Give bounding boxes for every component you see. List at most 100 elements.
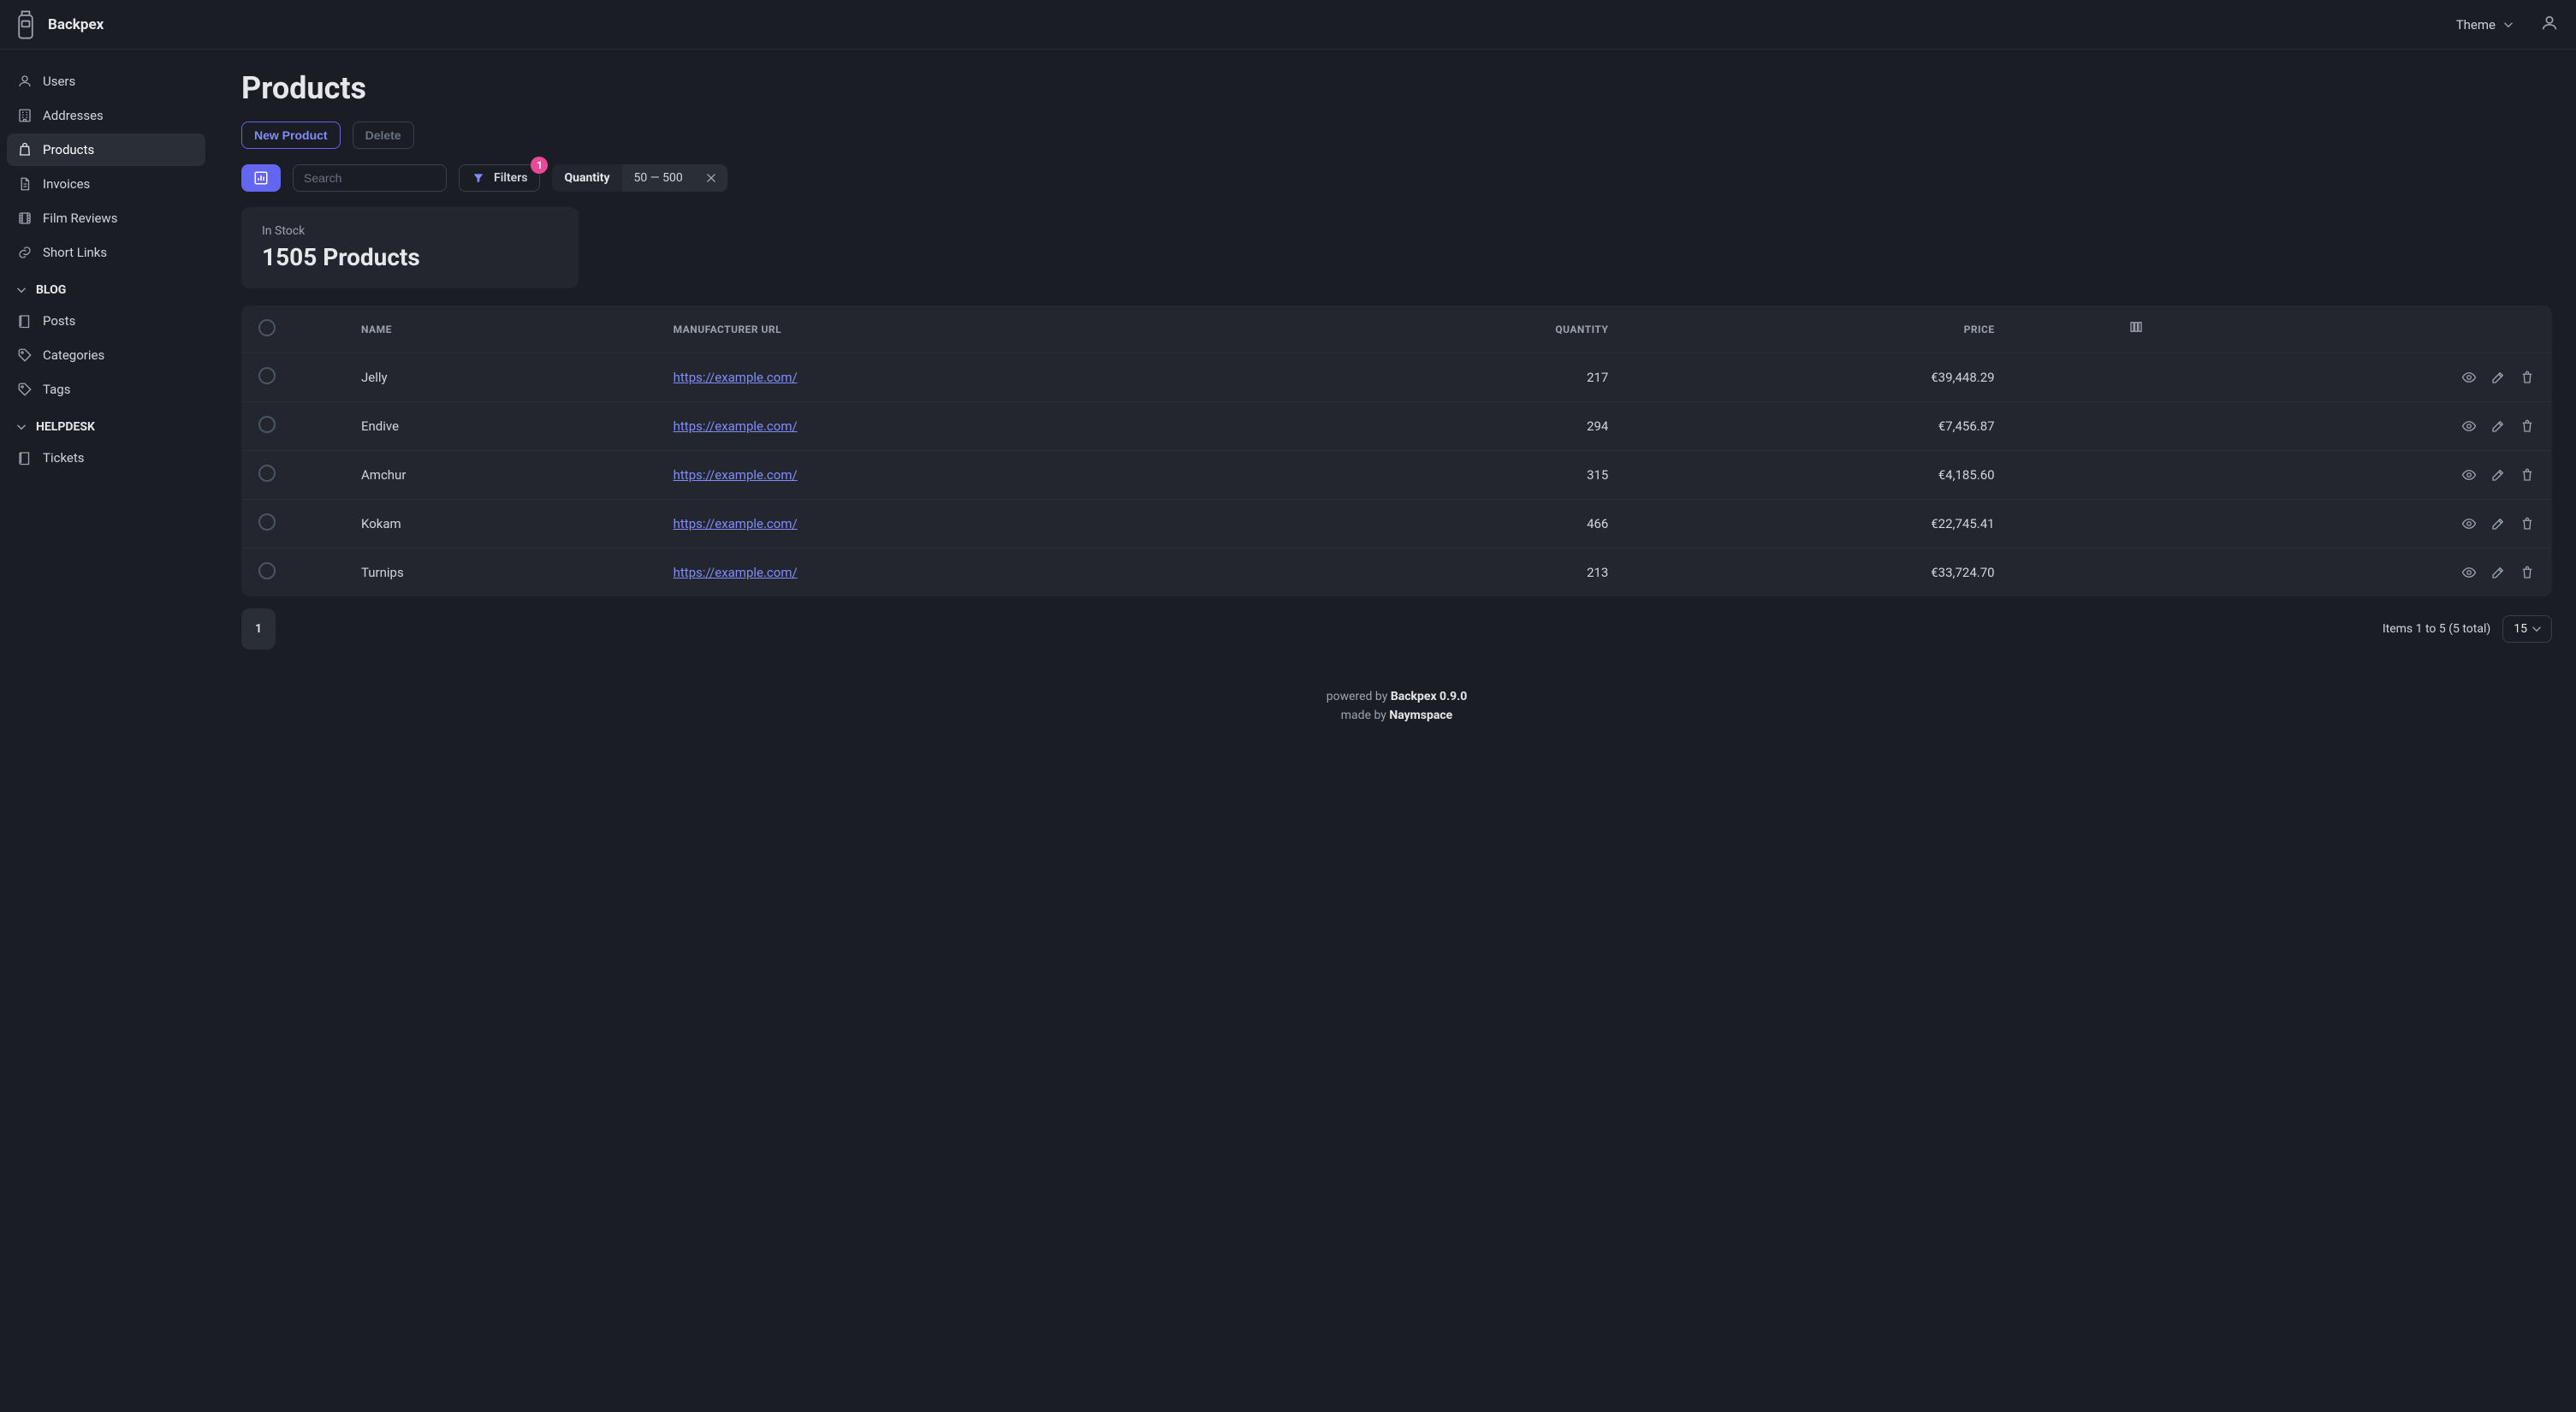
brand-logo-icon — [12, 6, 39, 44]
trash-icon[interactable] — [2520, 516, 2535, 531]
cell-name: Kokam — [344, 500, 656, 549]
view-icon[interactable] — [2461, 370, 2477, 385]
metric-card-in-stock: In Stock 1505 Products — [241, 207, 579, 288]
sidebar-item-products[interactable]: Products — [7, 133, 205, 166]
table-row: Kokam https://example.com/ 466 €22,745.4… — [241, 500, 2552, 549]
close-icon — [703, 170, 719, 186]
products-table: Name Manufacturer URL Quantity Price Jel… — [241, 306, 2552, 596]
filters-label: Filters — [494, 171, 527, 185]
edit-icon[interactable] — [2490, 565, 2506, 580]
user-icon — [17, 74, 33, 89]
filters-button[interactable]: Filters 1 — [459, 164, 540, 192]
trash-icon[interactable] — [2520, 418, 2535, 434]
sidebar-section-blog[interactable]: BLOG — [7, 270, 205, 303]
cell-url-link[interactable]: https://example.com/ — [674, 467, 798, 483]
tag-icon — [17, 382, 33, 397]
trash-icon[interactable] — [2520, 370, 2535, 385]
cell-name: Turnips — [344, 549, 656, 597]
building-icon — [17, 108, 33, 123]
cell-quantity: 315 — [1281, 451, 1625, 500]
column-header-quantity[interactable]: Quantity — [1281, 306, 1625, 353]
cell-price: €7,456.87 — [1625, 402, 2011, 451]
section-title: HELPDESK — [36, 420, 95, 434]
book-icon — [17, 313, 33, 329]
table-row: Jelly https://example.com/ 217 €39,448.2… — [241, 353, 2552, 402]
sidebar-item-posts[interactable]: Posts — [7, 305, 205, 337]
per-page-select[interactable]: 15 — [2502, 615, 2552, 643]
trash-icon[interactable] — [2520, 467, 2535, 483]
view-icon[interactable] — [2461, 516, 2477, 531]
metric-label: In Stock — [262, 224, 558, 238]
sidebar-item-invoices[interactable]: Invoices — [7, 168, 205, 200]
theme-label: Theme — [2456, 17, 2496, 33]
new-product-button[interactable]: New Product — [241, 122, 341, 149]
cell-price: €22,745.41 — [1625, 500, 2011, 549]
applied-filter-quantity: Quantity 50 — 500 — [552, 164, 727, 192]
sidebar-item-categories[interactable]: Categories — [7, 339, 205, 371]
sidebar-item-label: Tags — [43, 382, 70, 397]
metric-value: 1505 Products — [262, 243, 558, 271]
sidebar-item-label: Users — [43, 74, 75, 89]
page-title: Products — [241, 70, 2552, 106]
remove-filter-button[interactable] — [695, 164, 727, 192]
column-header-price[interactable]: Price — [1625, 306, 2011, 353]
applied-filter-value: 50 — 500 — [622, 164, 695, 192]
book-icon — [17, 450, 33, 466]
sidebar-item-label: Film Reviews — [43, 211, 117, 226]
column-header-name[interactable]: Name — [344, 306, 656, 353]
delete-button: Delete — [353, 122, 414, 149]
sidebar-item-addresses[interactable]: Addresses — [7, 99, 205, 132]
chevron-down-icon — [2529, 621, 2544, 637]
chevron-down-icon — [14, 282, 29, 298]
view-icon[interactable] — [2461, 565, 2477, 580]
cell-quantity: 294 — [1281, 402, 1625, 451]
made-by-name[interactable]: Naymspace — [1389, 709, 1452, 722]
cell-url-link[interactable]: https://example.com/ — [674, 370, 798, 385]
sidebar-item-tickets[interactable]: Tickets — [7, 442, 205, 474]
edit-icon[interactable] — [2490, 516, 2506, 531]
sidebar-item-tags[interactable]: Tags — [7, 373, 205, 406]
columns-icon — [2128, 319, 2144, 335]
sidebar-item-short-links[interactable]: Short Links — [7, 236, 205, 269]
cell-price: €33,724.70 — [1625, 549, 2011, 597]
cell-url-link[interactable]: https://example.com/ — [674, 516, 798, 531]
powered-by-name[interactable]: Backpex 0.9.0 — [1391, 690, 1467, 703]
edit-icon[interactable] — [2490, 370, 2506, 385]
row-checkbox[interactable] — [258, 513, 276, 531]
theme-selector[interactable]: Theme — [2456, 17, 2516, 33]
columns-toggle-button[interactable] — [2128, 319, 2144, 337]
column-header-url[interactable]: Manufacturer URL — [656, 306, 1281, 353]
pagination-summary: Items 1 to 5 (5 total) — [2383, 622, 2490, 636]
chevron-down-icon — [14, 419, 29, 435]
per-page-value: 15 — [2514, 622, 2527, 636]
page-button-1[interactable]: 1 — [241, 608, 276, 650]
row-checkbox[interactable] — [258, 416, 276, 433]
user-menu[interactable] — [2540, 14, 2559, 36]
sidebar-item-label: Invoices — [43, 176, 90, 192]
sidebar: Users Addresses Products Invoices Film R… — [0, 50, 212, 1412]
edit-icon[interactable] — [2490, 418, 2506, 434]
row-checkbox[interactable] — [258, 562, 276, 579]
film-icon — [17, 211, 33, 226]
edit-icon[interactable] — [2490, 467, 2506, 483]
metrics-toggle-button[interactable] — [241, 164, 281, 192]
brand[interactable]: Backpex — [12, 6, 104, 44]
sidebar-section-helpdesk[interactable]: HELPDESK — [7, 407, 205, 440]
cell-name: Endive — [344, 402, 656, 451]
sidebar-item-users[interactable]: Users — [7, 65, 205, 98]
select-all-checkbox[interactable] — [258, 319, 276, 336]
view-icon[interactable] — [2461, 418, 2477, 434]
chart-icon — [253, 170, 269, 186]
view-icon[interactable] — [2461, 467, 2477, 483]
user-icon — [2540, 14, 2559, 33]
sidebar-item-film-reviews[interactable]: Film Reviews — [7, 202, 205, 234]
cell-url-link[interactable]: https://example.com/ — [674, 418, 798, 434]
document-icon — [17, 176, 33, 192]
row-checkbox[interactable] — [258, 465, 276, 482]
trash-icon[interactable] — [2520, 565, 2535, 580]
cell-url-link[interactable]: https://example.com/ — [674, 565, 798, 580]
search-input[interactable] — [293, 164, 447, 192]
row-checkbox[interactable] — [258, 367, 276, 384]
footer-credits: powered by Backpex 0.9.0 made by Naymspa… — [241, 662, 2552, 751]
filters-count-badge: 1 — [531, 157, 548, 174]
